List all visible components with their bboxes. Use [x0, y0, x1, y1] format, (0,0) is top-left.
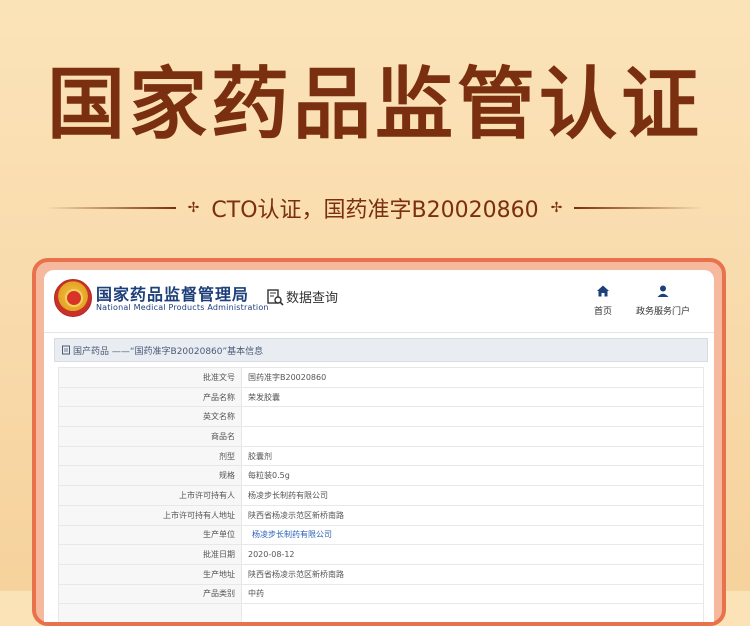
breadcrumb: 国产药品 ——“国药准字B20020860”基本信息 — [54, 338, 708, 362]
row-value: 杨凌步长制药有限公司 — [241, 485, 704, 506]
table-row: 产品类别 中药 — [58, 583, 704, 605]
screenshot-frame: 国家药品监督管理局 National Medical Products Admi… — [32, 258, 726, 626]
row-value: 陕西省杨凌示范区新桥南路 — [241, 563, 704, 585]
table-row: 规格 每粒装0.5g — [58, 465, 704, 487]
table-row: 上市许可持有人地址 陕西省杨凌示范区新桥南路 — [58, 504, 704, 526]
manufacturer-link[interactable]: 杨凌步长制药有限公司 — [241, 524, 704, 546]
row-value — [241, 406, 704, 428]
subline: ✢ CTO认证，国药准字B20020860 ✢ — [0, 193, 750, 223]
row-value: 荣发胶囊 — [241, 386, 704, 408]
row-label: 批准文号 — [58, 367, 242, 388]
row-label: 商品名 — [58, 426, 242, 447]
search-document-icon — [267, 288, 284, 306]
website-panel: 国家药品监督管理局 National Medical Products Admi… — [44, 270, 714, 622]
document-icon — [62, 345, 70, 355]
row-label: 生产单位 — [58, 524, 242, 546]
row-label: 规格 — [58, 465, 242, 487]
row-label: 产品类别 — [58, 583, 242, 605]
row-value: 国药准字B20020860 — [241, 367, 704, 388]
table-row: 产品名称 荣发胶囊 — [58, 386, 704, 408]
user-icon — [657, 285, 669, 297]
table-row: 商品名 — [58, 426, 704, 447]
table-row: 生产地址 陕西省杨凌示范区新桥南路 — [58, 563, 704, 585]
table-row: 批准文号 国药准字B20020860 — [58, 367, 704, 388]
nav-home-label: 首页 — [594, 307, 613, 317]
table-row: 剂型 胶囊剂 — [58, 445, 704, 467]
nav-service-portal-label: 政务服务门户 — [636, 307, 691, 317]
table-row — [58, 603, 704, 622]
headline: 国家药品监管认证 — [46, 60, 703, 150]
row-label: 上市许可持有人 — [58, 485, 242, 506]
row-value: 2020-08-12 — [241, 544, 704, 565]
site-title[interactable]: 国家药品监督管理局 — [96, 281, 249, 305]
data-query-label: 数据查询 — [286, 291, 339, 306]
row-label: 批准日期 — [58, 544, 242, 565]
nav-home[interactable]: 首页 — [594, 284, 612, 317]
divider-left — [45, 207, 176, 209]
row-label — [58, 603, 242, 622]
table-row: 英文名称 — [58, 406, 704, 428]
row-label: 英文名称 — [58, 406, 242, 428]
divider-right — [574, 207, 705, 209]
row-value — [241, 426, 704, 447]
table-row: 上市许可持有人 杨凌步长制药有限公司 — [58, 485, 704, 506]
row-label: 上市许可持有人地址 — [58, 504, 242, 526]
row-label: 剂型 — [58, 445, 242, 467]
table-row: 批准日期 2020-08-12 — [58, 544, 704, 565]
certification-text: CTO认证，国药准字B20020860 — [211, 198, 539, 223]
row-label: 产品名称 — [58, 386, 242, 408]
row-value — [241, 603, 704, 622]
site-header: 国家药品监督管理局 National Medical Products Admi… — [44, 270, 714, 333]
row-value: 胶囊剂 — [241, 445, 704, 467]
national-emblem-icon[interactable] — [54, 279, 92, 317]
sparkle-icon: ✢ — [550, 200, 563, 216]
breadcrumb-text: 国产药品 ——“国药准字B20020860”基本信息 — [73, 346, 264, 357]
table-row: 生产单位 杨凌步长制药有限公司 — [58, 524, 704, 546]
row-value: 中药 — [241, 583, 704, 605]
row-label: 生产地址 — [58, 563, 242, 585]
nav-service-portal[interactable]: 政务服务门户 — [636, 284, 690, 317]
row-value: 每粒装0.5g — [241, 465, 704, 487]
drug-info-table: 批准文号 国药准字B20020860 产品名称 荣发胶囊 英文名称 商品名 剂型 胶囊… — [58, 367, 704, 622]
data-query-link[interactable]: 数据查询 — [266, 287, 338, 306]
row-value: 陕西省杨凌示范区新桥南路 — [241, 504, 704, 526]
sparkle-icon: ✢ — [187, 200, 200, 216]
site-subtitle: National Medical Products Administration — [96, 303, 269, 312]
home-icon — [597, 285, 609, 297]
